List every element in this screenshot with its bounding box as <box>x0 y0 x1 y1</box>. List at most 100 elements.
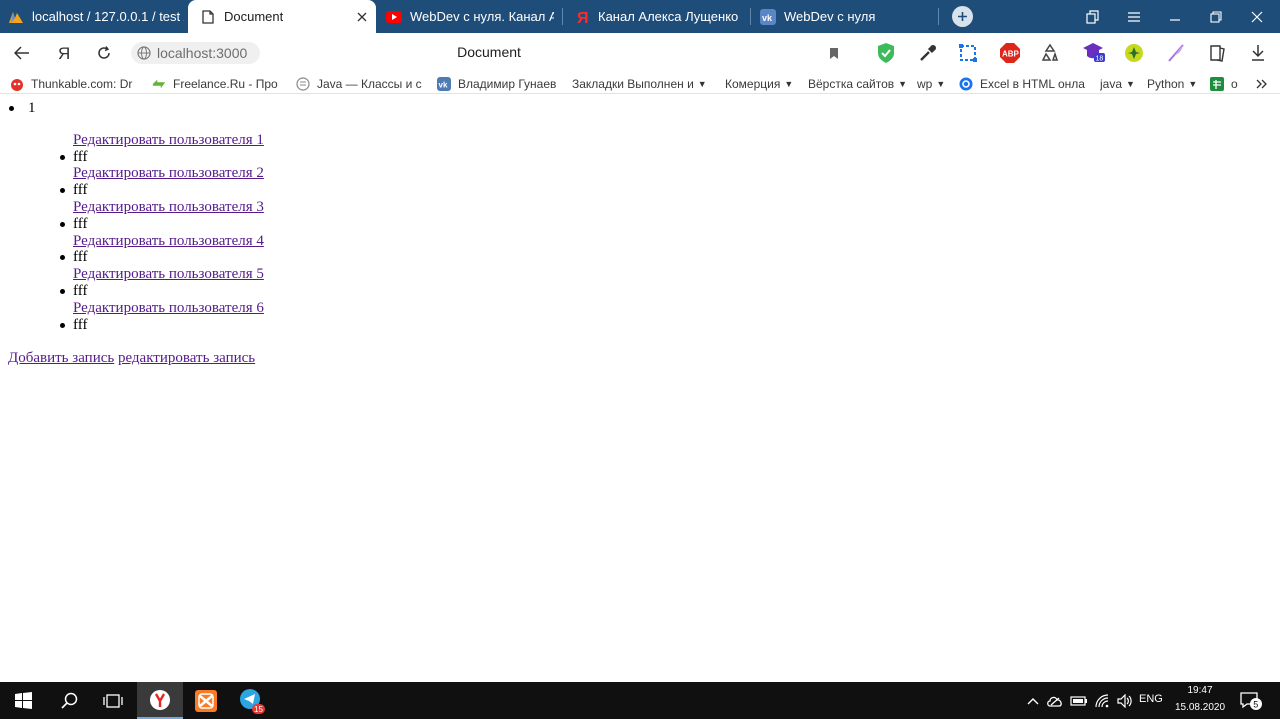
bookmark-folder[interactable]: Python ▼ <box>1147 75 1199 92</box>
edit-user-link-1[interactable]: Редактировать пользователя 1 <box>73 132 1280 149</box>
bookmark-folder[interactable]: Закладки Выполнен и ▼ <box>572 75 714 92</box>
thunkable-icon <box>10 77 24 91</box>
education-extension[interactable]: 18 <box>1082 41 1106 65</box>
tab-label: Document <box>224 9 284 24</box>
volume-button[interactable] <box>1114 682 1136 719</box>
phpmyadmin-icon <box>8 9 24 25</box>
adblock-extension[interactable]: ABP <box>998 41 1022 65</box>
restore-button[interactable] <box>1195 0 1237 33</box>
youtube-icon <box>386 9 402 25</box>
notifications-button[interactable]: 5 <box>1236 682 1266 719</box>
eyedropper-extension[interactable] <box>916 41 940 65</box>
protect-extension[interactable] <box>874 41 898 65</box>
edit-user-link-6[interactable]: Редактировать пользователя 6 <box>73 300 1280 317</box>
back-button[interactable] <box>10 41 34 65</box>
task-view-button[interactable] <box>90 682 136 719</box>
user-list: 1 Редактировать пользователя 1 fff Редак… <box>0 95 1280 333</box>
minimize-icon <box>1170 18 1180 21</box>
user-entries: Редактировать пользователя 1 fff Редакти… <box>28 132 1280 334</box>
bookmark-item[interactable]: vk Владимир Гунаев <box>437 75 561 92</box>
screenshot-icon <box>959 44 977 62</box>
bookmark-folder[interactable]: wp ▼ <box>917 75 949 92</box>
tab-separator <box>750 8 751 25</box>
yandex-home-button[interactable]: Я <box>52 41 76 65</box>
clock-date[interactable]: 15.08.2020 <box>1174 702 1226 713</box>
chevron-down-icon: ▼ <box>936 78 946 89</box>
bookmarks-overflow-button[interactable] <box>1256 75 1272 92</box>
close-window-button[interactable] <box>1236 0 1278 33</box>
taskbar-xampp[interactable] <box>183 682 229 719</box>
tab-youtube[interactable]: WebDev с нуля. Канал Але <box>386 0 554 33</box>
document-icon <box>200 9 216 25</box>
bookmark-item[interactable]: Thunkable.com: Dr <box>10 75 136 92</box>
start-button[interactable] <box>0 682 46 719</box>
user-name: fff <box>60 149 1280 166</box>
taskbar-yandex-browser[interactable] <box>137 682 183 719</box>
network-button[interactable] <box>1092 682 1114 719</box>
wifi-icon <box>1095 693 1109 707</box>
telegram-badge: 15 <box>254 705 263 714</box>
battery-button[interactable] <box>1068 682 1090 719</box>
close-icon[interactable] <box>353 8 370 25</box>
bookmark-item[interactable]: o <box>1210 75 1246 92</box>
search-icon <box>60 692 77 709</box>
page-title: Document <box>457 44 521 60</box>
user-name: fff <box>60 216 1280 233</box>
taskbar-telegram[interactable]: 15 <box>229 682 275 719</box>
chevron-down-icon: ▼ <box>697 78 707 89</box>
address-bar[interactable]: localhost:3000 <box>131 42 260 64</box>
clock-time[interactable]: 19:47 <box>1174 685 1226 696</box>
bookmark-folder[interactable]: Комерция ▼ <box>725 75 797 92</box>
tab-label: Канал Алекса Лущенко te <box>598 9 742 24</box>
bookmark-folder[interactable]: java ▼ <box>1100 75 1136 92</box>
feather-extension[interactable] <box>1164 41 1188 65</box>
edit-user-link-3[interactable]: Редактировать пользователя 3 <box>73 199 1280 216</box>
svg-text:vk: vk <box>762 13 773 23</box>
download-icon <box>1252 45 1264 61</box>
tray-app-icon[interactable] <box>1044 682 1066 719</box>
tabs-icon <box>1086 9 1099 24</box>
downloads-button[interactable] <box>1246 41 1270 65</box>
search-button[interactable] <box>46 682 92 719</box>
add-record-link[interactable]: Добавить запись <box>8 350 114 366</box>
new-tab-button[interactable] <box>952 6 973 27</box>
recycle-extension[interactable] <box>1038 41 1062 65</box>
tab-yandex[interactable]: Я Канал Алекса Лущенко te <box>574 0 742 33</box>
telegram-icon: 15 <box>240 688 265 714</box>
chevron-down-icon: ▼ <box>784 78 794 89</box>
bookmark-item[interactable]: Freelance.Ru - Про <box>152 75 280 92</box>
reload-icon <box>98 46 110 59</box>
language-indicator[interactable]: ENG <box>1139 693 1163 705</box>
double-chevron-right-icon <box>1256 79 1267 88</box>
restore-icon <box>1210 10 1222 23</box>
bookmark-item[interactable]: Excel в HTML онла <box>959 75 1089 92</box>
chevron-down-icon: ▼ <box>1188 78 1198 89</box>
collections-button[interactable] <box>1205 41 1229 65</box>
recycle-icon <box>1041 43 1059 61</box>
bookmark-item[interactable]: Java — Классы и с <box>296 75 424 92</box>
tab-phpmyadmin[interactable]: localhost / 127.0.0.1 / test / <box>8 0 184 33</box>
screenshot-extension[interactable] <box>956 41 980 65</box>
edit-user-link-5[interactable]: Редактировать пользователя 5 <box>73 266 1280 283</box>
translate-extension[interactable] <box>1122 41 1146 65</box>
plus-icon <box>958 12 967 21</box>
bookmark-button[interactable] <box>822 41 846 65</box>
bookmark-folder[interactable]: Вёрстка сайтов ▼ <box>808 75 906 92</box>
edit-user-link-4[interactable]: Редактировать пользователя 4 <box>73 233 1280 250</box>
tab-document[interactable]: Document <box>188 0 376 33</box>
yandex-browser-icon <box>150 689 170 710</box>
edit-record-link[interactable]: редактировать запись <box>118 350 255 366</box>
edit-user-link-2[interactable]: Редактировать пользователя 2 <box>73 165 1280 182</box>
yandex-icon: Я <box>58 44 70 62</box>
tab-strip: localhost / 127.0.0.1 / test / Document … <box>0 0 1280 33</box>
notification-badge: 5 <box>1253 699 1258 709</box>
tab-separator <box>938 8 939 25</box>
tab-label: WebDev с нуля <box>784 9 876 24</box>
menu-button[interactable] <box>1113 0 1155 33</box>
tabs-manager-button[interactable] <box>1072 0 1114 33</box>
reload-button[interactable] <box>92 41 116 65</box>
freelance-icon <box>152 77 166 91</box>
minimize-button[interactable] <box>1154 0 1196 33</box>
tab-vk[interactable]: vk WebDev с нуля <box>760 0 930 33</box>
show-hidden-icons-button[interactable] <box>1022 682 1044 719</box>
